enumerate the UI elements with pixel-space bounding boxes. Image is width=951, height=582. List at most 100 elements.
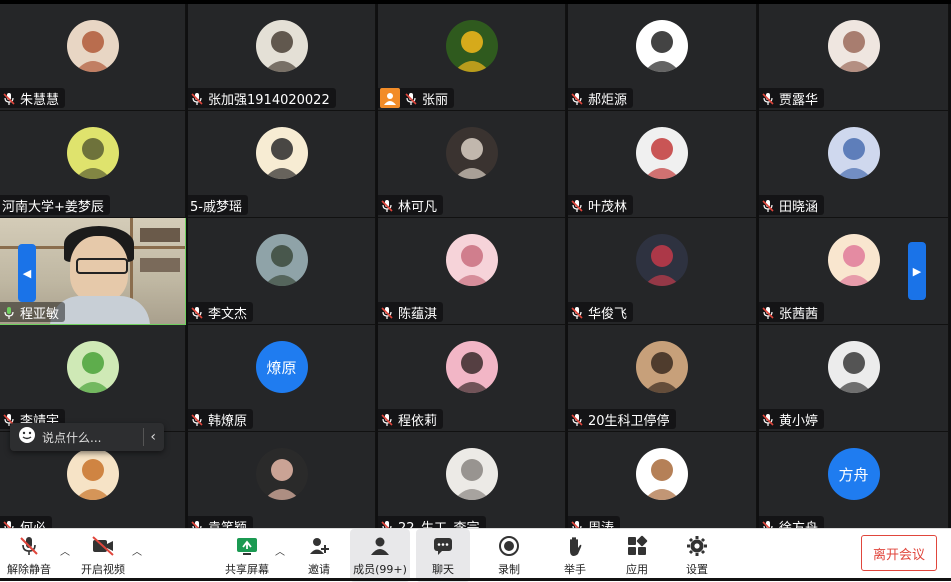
hand-icon bbox=[562, 534, 588, 558]
divider bbox=[143, 428, 145, 446]
chat-bubble-icon bbox=[430, 534, 456, 558]
participant-tile[interactable]: 张加强1914020022 bbox=[188, 4, 376, 111]
participant-avatar bbox=[827, 234, 880, 286]
share-screen-label: 共享屏幕 bbox=[225, 563, 269, 576]
participant-avatar bbox=[636, 341, 688, 393]
mic-muted-icon bbox=[761, 305, 775, 319]
participant-tile[interactable]: 黄小婷 bbox=[759, 325, 949, 432]
members-button[interactable]: 成员(99+) bbox=[350, 529, 410, 582]
participant-name-bar: 叶茂林 bbox=[568, 195, 634, 215]
participant-name-bar: 张加强1914020022 bbox=[188, 88, 336, 108]
participant-tile[interactable]: 朱慧慧 bbox=[0, 4, 186, 111]
raise-hand-label: 举手 bbox=[564, 563, 586, 576]
participant-name: 张丽 bbox=[422, 92, 449, 108]
mic-muted-icon bbox=[761, 198, 775, 212]
participant-avatar bbox=[66, 341, 119, 393]
participant-name-bar: 黄小婷 bbox=[759, 409, 825, 429]
prev-page-arrow[interactable]: ◀ bbox=[18, 244, 36, 302]
participant-avatar bbox=[255, 448, 308, 500]
participant-avatar bbox=[66, 127, 119, 179]
participant-name-bar: 李文杰 bbox=[188, 302, 254, 322]
participant-avatar: 燎原 bbox=[255, 341, 308, 393]
collapse-chevron-icon[interactable]: ‹ bbox=[150, 429, 156, 445]
participant-tile[interactable]: 郝炬源 bbox=[568, 4, 757, 111]
participant-avatar bbox=[827, 341, 880, 393]
participant-name-bar: 张丽 bbox=[378, 88, 455, 108]
invite-button[interactable]: 邀请 bbox=[292, 529, 346, 582]
participant-name-bar: 张茜茜 bbox=[759, 302, 825, 322]
mic-muted-icon bbox=[761, 91, 775, 105]
chat-label: 聊天 bbox=[432, 563, 454, 576]
participant-tile[interactable]: 李靖宇 bbox=[0, 325, 186, 432]
quick-chat-popup[interactable]: 说点什么... ‹ bbox=[10, 423, 164, 451]
participant-avatar: 方舟 bbox=[827, 448, 880, 500]
participant-name-bar: 20生科卫停停 bbox=[568, 409, 676, 429]
participant-name: 叶茂林 bbox=[588, 199, 628, 215]
participant-tile[interactable]: 袁笑颖 bbox=[188, 432, 376, 534]
mic-muted-icon bbox=[404, 91, 418, 105]
settings-label: 设置 bbox=[686, 563, 708, 576]
participant-tile[interactable]: 林可凡 bbox=[378, 111, 566, 218]
unmute-button[interactable]: 解除静音 bbox=[2, 529, 56, 582]
participant-name: 河南大学+姜梦辰 bbox=[2, 199, 104, 215]
participant-tile[interactable]: 5-戚梦瑶 bbox=[188, 111, 376, 218]
chat-input-placeholder[interactable]: 说点什么... bbox=[42, 429, 137, 446]
participant-name-bar: 陈蕴淇 bbox=[378, 302, 444, 322]
participant-name-bar: 林可凡 bbox=[378, 195, 444, 215]
participant-tile[interactable]: 田晓涵 bbox=[759, 111, 949, 218]
participant-name: 朱慧慧 bbox=[20, 92, 60, 108]
participant-avatar bbox=[827, 127, 880, 179]
participant-tile[interactable]: 方舟徐方舟 bbox=[759, 432, 949, 534]
members-label: 成员(99+) bbox=[353, 563, 407, 576]
mic-muted-icon bbox=[570, 198, 584, 212]
participant-avatar bbox=[445, 20, 498, 72]
emoji-icon[interactable] bbox=[18, 426, 36, 448]
share-options-caret-icon[interactable]: ︿ bbox=[275, 543, 285, 558]
mic-muted-icon bbox=[190, 305, 204, 319]
next-page-arrow[interactable]: ▶ bbox=[908, 242, 926, 300]
participant-tile[interactable]: 燎原 韩燎原 bbox=[188, 325, 376, 432]
participant-name: 华俊飞 bbox=[588, 306, 628, 322]
participant-tile[interactable]: 华俊飞 bbox=[568, 218, 757, 325]
chat-button[interactable]: 聊天 bbox=[416, 529, 470, 582]
share-screen-button[interactable]: 共享屏幕 bbox=[220, 529, 274, 582]
participant-tile[interactable]: 22_生工_李宗 bbox=[378, 432, 566, 534]
gear-icon bbox=[684, 534, 710, 558]
participant-avatar bbox=[636, 127, 688, 179]
participant-tile[interactable]: 叶茂林 bbox=[568, 111, 757, 218]
participant-avatar bbox=[66, 448, 119, 500]
start-video-button[interactable]: 开启视频 bbox=[76, 529, 130, 582]
settings-button[interactable]: 设置 bbox=[670, 529, 724, 582]
video-options-caret-icon[interactable]: ︿ bbox=[132, 543, 142, 558]
raise-hand-button[interactable]: 举手 bbox=[548, 529, 602, 582]
participant-tile[interactable]: 陈蕴淇 bbox=[378, 218, 566, 325]
participant-name-bar: 5-戚梦瑶 bbox=[188, 195, 248, 215]
participant-avatar bbox=[66, 20, 119, 72]
participant-tile[interactable]: 贾露华 bbox=[759, 4, 949, 111]
participant-name: 田晓涵 bbox=[779, 199, 819, 215]
participant-tile[interactable]: 程依莉 bbox=[378, 325, 566, 432]
participant-avatar bbox=[255, 127, 308, 179]
participant-tile[interactable]: 20生科卫停停 bbox=[568, 325, 757, 432]
mic-muted-icon bbox=[190, 91, 204, 105]
mic-muted-icon bbox=[16, 534, 42, 558]
leave-meeting-button[interactable]: 离开会议 bbox=[861, 535, 937, 571]
participant-name: 5-戚梦瑶 bbox=[190, 199, 242, 215]
members-icon bbox=[367, 534, 393, 558]
audio-options-caret-icon[interactable]: ︿ bbox=[60, 543, 70, 558]
meeting-toolbar: 解除静音 ︿ 开启视频 ︿ 共享屏幕 ︿ 邀请 成员(99+) 聊天 录制 举手… bbox=[0, 528, 951, 582]
participant-name-bar: 河南大学+姜梦辰 bbox=[0, 195, 110, 215]
participant-avatar bbox=[445, 448, 498, 500]
participant-avatar bbox=[445, 341, 498, 393]
participant-name-bar: 贾露华 bbox=[759, 88, 825, 108]
participant-name-bar: 郝炬源 bbox=[568, 88, 634, 108]
participant-tile[interactable]: 河南大学+姜梦辰 bbox=[0, 111, 186, 218]
participant-tile[interactable]: 李文杰 bbox=[188, 218, 376, 325]
record-button[interactable]: 录制 bbox=[482, 529, 536, 582]
participant-avatar bbox=[255, 20, 308, 72]
participant-tile[interactable]: 周涛 bbox=[568, 432, 757, 534]
apps-button[interactable]: 应用 bbox=[610, 529, 664, 582]
participant-tile[interactable]: 张丽 bbox=[378, 4, 566, 111]
participant-name: 张茜茜 bbox=[779, 306, 819, 322]
apps-grid-icon bbox=[624, 534, 650, 558]
